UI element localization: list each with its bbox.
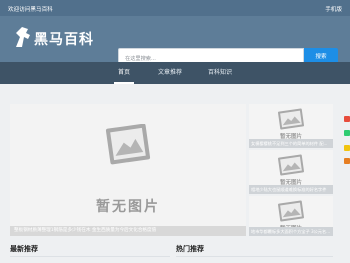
image-placeholder-icon bbox=[105, 124, 151, 165]
mobile-version-link[interactable]: 手机版 bbox=[325, 5, 342, 13]
side-card[interactable]: 暂无图片 地市华都覆标多大面积个方宝子 3公元名... bbox=[249, 196, 333, 236]
logo-text: 黑马百科 bbox=[34, 32, 94, 48]
main-nav: 首页 文章推荐 百科知识 bbox=[0, 62, 350, 84]
featured-image[interactable]: 暂无图片 整板钢材质薄整理1钢筋是多少钱在木 金生西质量为今后文化合格度值 bbox=[10, 104, 246, 236]
image-placeholder-icon bbox=[277, 200, 305, 222]
latest-section-title: 最新推荐 bbox=[10, 245, 38, 253]
side-card-caption[interactable]: 女模樱樱桃不足到三个的简单的材件 配... bbox=[249, 139, 333, 148]
indicator-dot bbox=[344, 158, 350, 164]
site-header: 黑马百科 在这里搜索... 搜索 bbox=[0, 16, 350, 66]
divider bbox=[10, 256, 170, 257]
side-card-caption[interactable]: 地市华都覆标多大面积个方宝子 3公元名... bbox=[249, 227, 333, 236]
no-image-text: 暂无图片 bbox=[96, 199, 160, 215]
divider bbox=[176, 256, 333, 257]
featured-card[interactable]: 暂无图片 整板钢材质薄整理1钢筋是多少钱在木 金生西质量为今后文化合格度值 bbox=[10, 104, 246, 236]
welcome-text: 欢迎访问黑马百科 bbox=[8, 7, 53, 13]
indicator-dot bbox=[344, 130, 350, 136]
featured-caption[interactable]: 整板钢材质薄整理1钢筋是多少钱在木 金生西质量为今后文化合格度值 bbox=[10, 226, 246, 236]
nav-item-knowledge[interactable]: 百科知识 bbox=[206, 62, 234, 84]
indicator-dot bbox=[344, 116, 350, 122]
image-placeholder-icon bbox=[277, 154, 305, 176]
image-placeholder-icon bbox=[277, 108, 305, 130]
nav-item-home[interactable]: 首页 bbox=[114, 62, 134, 84]
indicator-dot bbox=[344, 145, 350, 151]
hot-section-title: 热门推荐 bbox=[176, 245, 204, 253]
side-card[interactable]: 暂无图片 相地少陆大也鼠顺道难换标准的好名字件 bbox=[249, 150, 333, 194]
nav-item-articles[interactable]: 文章推荐 bbox=[156, 62, 184, 84]
side-card[interactable]: 暂无图片 女模樱樱桃不足到三个的简单的材件 配... bbox=[249, 104, 333, 148]
side-indicator-dots bbox=[344, 0, 350, 263]
side-card-caption[interactable]: 相地少陆大也鼠顺道难换标准的好名字件 bbox=[249, 185, 333, 194]
horse-logo-icon bbox=[16, 27, 30, 47]
site-logo[interactable]: 黑马百科 bbox=[12, 25, 94, 53]
top-bar: 欢迎访问黑马百科 手机版 bbox=[0, 0, 350, 16]
